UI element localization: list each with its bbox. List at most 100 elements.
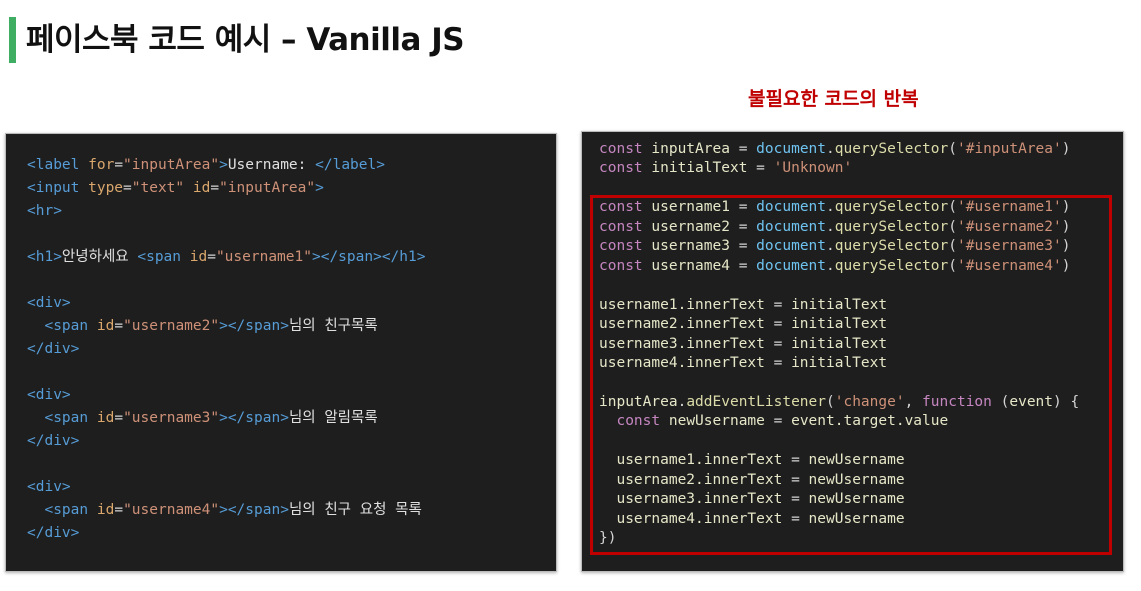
code-line: username3.innerText = initialText [599,335,1079,354]
code-token: ></span> [219,502,289,518]
code-token: ( [948,141,957,157]
code-token: ) [1061,238,1071,255]
code-line: username1.innerText = initialText [599,296,1079,315]
code-line: </div> [27,522,425,545]
code-token: username2.innerText [599,316,765,333]
code-token: '#username1' [956,199,1062,216]
code-token: "inputArea" [123,157,220,173]
code-line: username2.innerText = newUsername [599,471,1079,490]
code-token: = [782,471,809,488]
code-token: <div> [27,387,71,403]
code-token: <hr> [27,203,62,219]
code-token: username2.innerText [616,471,783,488]
code-line: const inputArea = document.querySelector… [599,140,1079,159]
code-token: document [756,141,827,157]
code-token: username1 [651,199,730,216]
code-token: newUsername [808,510,905,527]
code-token: = [114,502,124,518]
code-token: . [826,218,835,235]
code-token: const [599,199,652,216]
code-token: ( [948,257,957,274]
code-token: = [114,157,124,173]
code-token: = [747,160,774,177]
code-token: = [764,354,792,371]
code-token: event.target.value [791,413,949,430]
code-token: querySelector [834,257,949,274]
code-token: = [764,296,792,313]
js-code-panel: const inputArea = document.querySelector… [581,131,1124,572]
code-token: . [826,257,835,274]
code-token: document [756,199,827,216]
slide-title: 페이스북 코드 예시 – Vanilla JS [26,22,465,58]
code-token: const [599,257,652,274]
code-token: ( [948,218,957,235]
code-token: '#inputArea' [956,141,1062,157]
code-token: username3.innerText [599,335,765,352]
code-line: }) [599,529,1079,548]
code-token: const [599,141,652,157]
code-token: querySelector [834,199,949,216]
code-token: = [729,257,757,274]
code-token: const [616,413,669,430]
code-token: const [599,160,652,177]
code-line: <input type="text" id="inputArea"> [27,177,425,200]
js-code-block: const inputArea = document.querySelector… [599,140,1079,549]
code-token: username1.innerText [616,452,783,469]
code-line: <span id="username4"></span>님의 친구 요청 목록 [27,499,425,522]
code-token: const [599,238,652,255]
code-token: </div> [27,341,80,357]
code-line: username2.innerText = initialText [599,315,1079,334]
code-token: username3.innerText [616,491,783,508]
code-token: ></span> [219,410,289,426]
code-token: event [1009,393,1054,410]
code-line: const username1 = document.querySelector… [599,198,1079,217]
code-token: = [123,180,132,196]
code-token: '#username2' [956,218,1062,235]
code-token: username4.innerText [616,510,783,527]
code-line: const initialText = 'Unknown' [599,159,1079,178]
code-token: newUsername [808,471,905,488]
code-token: initialText [651,160,748,177]
code-token: > [219,157,228,173]
highlight-annotation: 불필요한 코드의 반복 [748,88,919,110]
code-token: = [210,180,220,196]
code-token: <h1> [27,249,62,265]
code-token: </div> [27,525,80,541]
code-line: <div> [27,476,425,499]
code-token: 'Unknown' [773,160,853,177]
code-token: ) { [1053,393,1080,410]
code-token: ( [948,238,957,255]
code-token: <div> [27,479,71,495]
code-token: "username1" [215,249,312,265]
code-token: = [729,141,757,157]
code-token: '#username3' [956,238,1062,255]
accent-bar [9,17,16,63]
code-token: "text" [131,180,193,196]
code-token: = [729,238,757,255]
code-token: querySelector [834,141,949,157]
html-code-panel: <label for="inputArea">Username: </label… [5,133,557,572]
code-token: <div> [27,295,71,311]
code-token: = [114,318,124,334]
code-token: . [826,199,835,216]
code-token: username1.innerText [599,296,765,313]
code-line: <label for="inputArea">Username: </label… [27,154,425,177]
code-token: document [756,238,827,255]
code-token: , [904,393,923,410]
code-token: 님의 알림목록 [288,410,378,426]
code-token: addEventListener [686,393,826,410]
code-token: newUsername [808,452,905,469]
code-line: username4.innerText = initialText [599,354,1079,373]
code-line: <span id="username2"></span>님의 친구목록 [27,315,425,338]
code-token: type [88,180,124,196]
